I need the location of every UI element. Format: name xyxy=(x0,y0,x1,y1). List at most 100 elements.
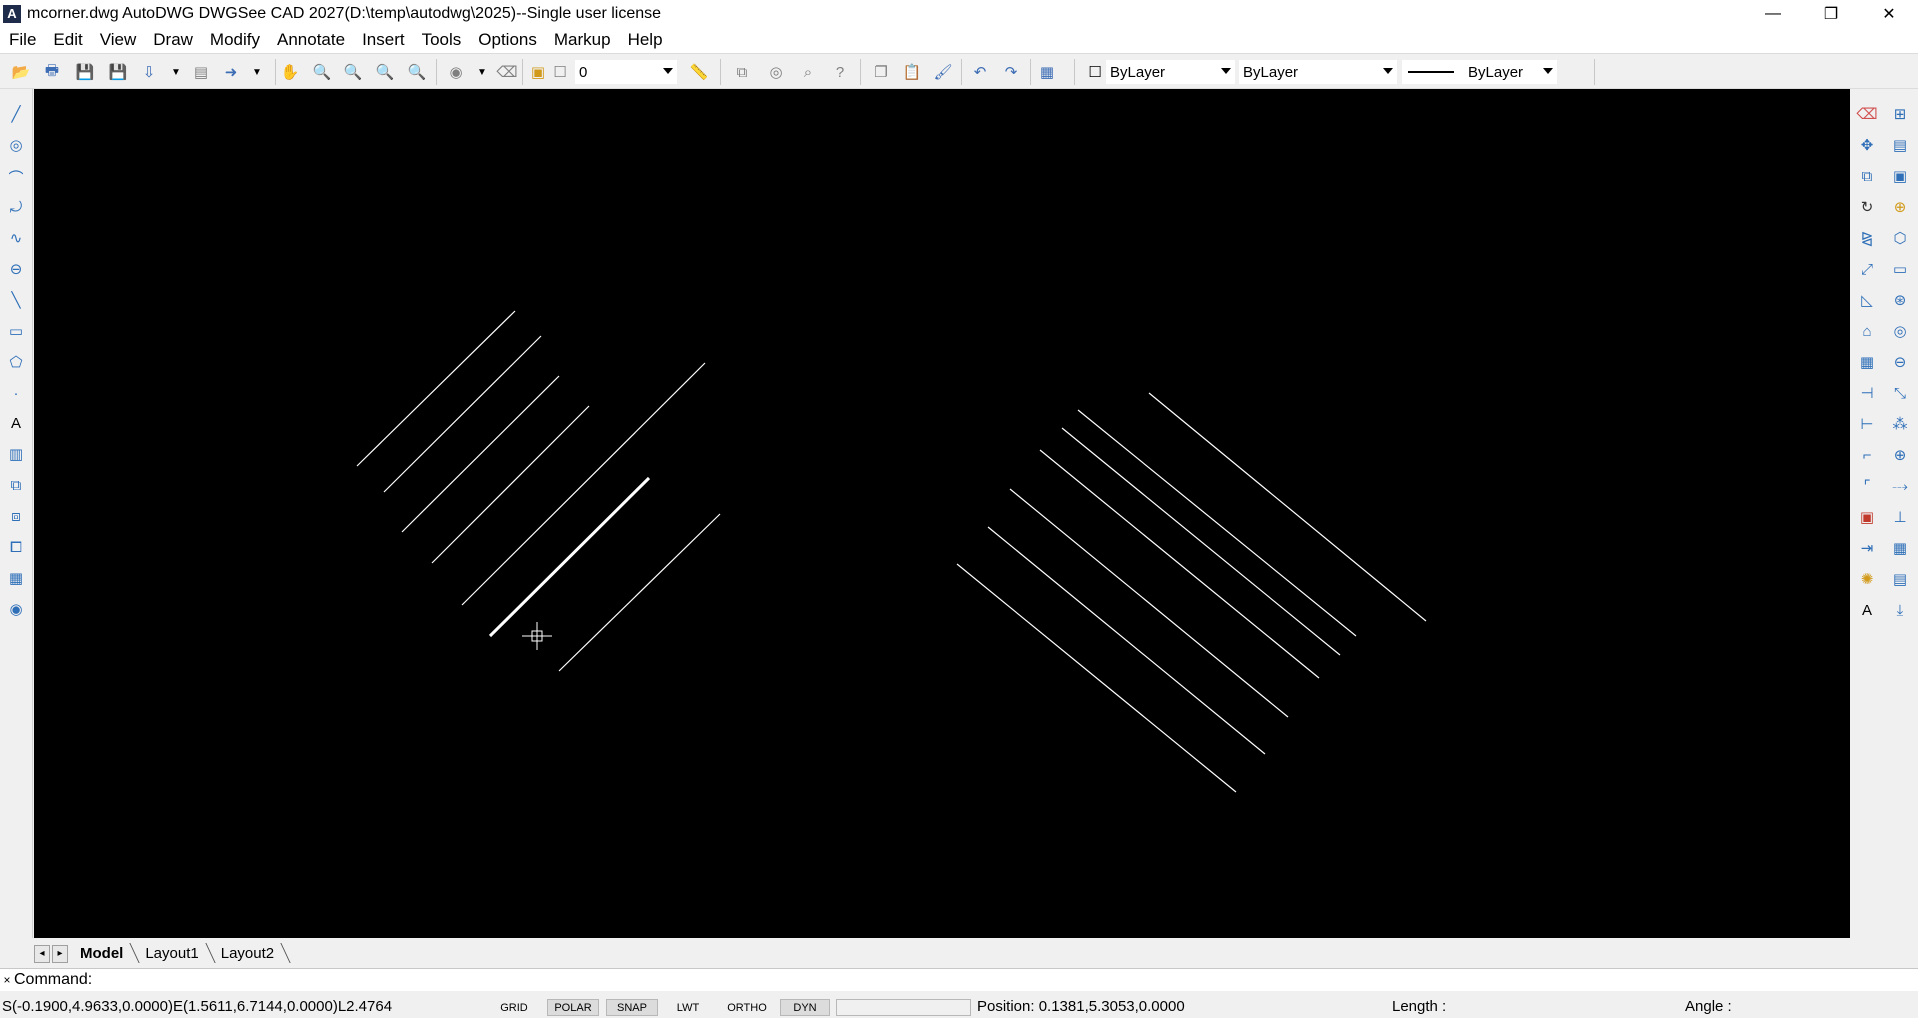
dimension-linear-icon[interactable]: ⊞ xyxy=(1889,103,1911,125)
dimension-arc-icon[interactable]: ▣ xyxy=(1889,165,1911,187)
edit-text-icon[interactable]: A xyxy=(1856,599,1878,621)
dyn-toggle[interactable]: DYN xyxy=(780,999,830,1016)
dimension-aligned-icon[interactable]: ▤ xyxy=(1889,134,1911,156)
tab-layout1[interactable]: Layout1 xyxy=(135,945,210,962)
ellipse-icon[interactable]: ⊖ xyxy=(5,258,27,280)
polar-toggle[interactable]: POLAR xyxy=(547,999,599,1016)
leader-icon[interactable]: ⤏ xyxy=(1889,475,1911,497)
restore-button[interactable]: ❐ xyxy=(1802,0,1860,27)
dimension-continue-icon[interactable]: ⁂ xyxy=(1889,413,1911,435)
menu-insert[interactable]: Insert xyxy=(353,30,413,50)
open-icon[interactable]: 📂 xyxy=(10,61,32,83)
menu-annotate[interactable]: Annotate xyxy=(268,30,353,50)
dimension-radius-icon[interactable]: ⬡ xyxy=(1889,227,1911,249)
join-icon[interactable]: ⇥ xyxy=(1856,537,1878,559)
lwt-toggle[interactable]: LWT xyxy=(665,999,711,1016)
snap-toggle[interactable]: SNAP xyxy=(606,999,658,1016)
layer-manager-icon[interactable]: ▣ xyxy=(527,61,549,83)
menu-modify[interactable]: Modify xyxy=(201,30,268,50)
redo-icon[interactable]: ↷ xyxy=(1000,61,1022,83)
3d-view-icon[interactable]: ◎ xyxy=(765,61,787,83)
drawing-canvas[interactable] xyxy=(34,89,1850,938)
export-icon[interactable]: ⇩ xyxy=(138,61,160,83)
array-icon[interactable]: ▦ xyxy=(1856,351,1878,373)
text-icon[interactable]: A xyxy=(5,412,27,434)
erase-icon[interactable]: ⌫ xyxy=(1856,103,1878,125)
zoom-realtime-icon[interactable]: 🔍 xyxy=(311,61,333,83)
ortho-toggle[interactable]: ORTHO xyxy=(718,999,776,1016)
scale-icon[interactable]: ⤢ xyxy=(1856,258,1878,280)
polyline-icon[interactable]: ╲ xyxy=(5,289,27,311)
layer-eraser-icon[interactable]: ⌫ xyxy=(496,61,518,83)
measure-icon[interactable]: 📏 xyxy=(688,61,710,83)
copy-object-icon[interactable]: ⧉ xyxy=(1856,165,1878,187)
menu-tools[interactable]: Tools xyxy=(413,30,470,50)
send-dropdown-icon[interactable]: ▼ xyxy=(251,61,263,83)
dimension-jogged-icon[interactable]: ▭ xyxy=(1889,258,1911,280)
send-icon[interactable]: ➜ xyxy=(220,61,242,83)
undo-icon[interactable]: ↶ xyxy=(969,61,991,83)
spline-icon[interactable]: ∿ xyxy=(5,227,27,249)
color-select[interactable]: ByLayer xyxy=(1106,60,1235,84)
arc-icon[interactable]: ⌒ xyxy=(5,166,27,188)
dimension-style-icon[interactable]: ▤ xyxy=(1889,568,1911,590)
quick-dimension-icon[interactable]: ⊖ xyxy=(1889,351,1911,373)
linetype-select[interactable]: ByLayer xyxy=(1239,60,1397,84)
tab-model[interactable]: Model xyxy=(70,945,135,962)
rotate-icon[interactable]: ↻ xyxy=(1856,196,1878,218)
menu-help[interactable]: Help xyxy=(619,30,671,50)
save-icon[interactable]: 💾 xyxy=(74,61,96,83)
tab-layout2[interactable]: Layout2 xyxy=(211,945,286,962)
zoom-in-icon[interactable]: 🔍 xyxy=(374,61,396,83)
close-button[interactable]: ✕ xyxy=(1860,0,1918,27)
viewport-icon[interactable]: ▦ xyxy=(1036,61,1058,83)
dimension-ordinate-icon[interactable]: ⊕ xyxy=(1889,196,1911,218)
menu-edit[interactable]: Edit xyxy=(44,30,90,50)
mirror-icon[interactable]: ⧎ xyxy=(1856,227,1878,249)
spline-loop-icon[interactable]: ⤾ xyxy=(5,196,27,218)
menu-options[interactable]: Options xyxy=(469,30,545,50)
hatch-icon[interactable]: ▥ xyxy=(5,443,27,465)
polygon-icon[interactable]: ⬠ xyxy=(5,351,27,373)
donut-icon[interactable]: ◉ xyxy=(5,598,27,620)
make-block-icon[interactable]: ⧈ xyxy=(5,505,27,527)
pan-hand-icon[interactable]: ✋ xyxy=(279,61,301,83)
line-icon[interactable]: ╱ xyxy=(5,103,27,125)
find-icon[interactable]: ⌕ xyxy=(797,61,819,83)
copy-icon[interactable]: ❐ xyxy=(870,61,892,83)
rectangle-icon[interactable]: ▭ xyxy=(5,320,27,342)
insert-block-icon[interactable]: ⧉ xyxy=(5,474,27,496)
point-icon[interactable]: · xyxy=(5,382,27,404)
tab-prev-button[interactable]: ◂ xyxy=(34,944,50,963)
extend-icon[interactable]: ⊢ xyxy=(1856,413,1878,435)
publish-icon[interactable]: ▤ xyxy=(190,61,212,83)
grid-toggle[interactable]: GRID xyxy=(490,999,538,1016)
print-icon[interactable]: 🖶 xyxy=(41,61,63,83)
menu-draw[interactable]: Draw xyxy=(144,30,201,50)
tolerance-icon[interactable]: ⊥ xyxy=(1889,506,1911,528)
trim-icon[interactable]: ⊣ xyxy=(1856,382,1878,404)
minimize-button[interactable]: — xyxy=(1744,0,1802,27)
match-properties-icon[interactable]: 🖌 xyxy=(932,61,954,83)
help-icon[interactable]: ? xyxy=(829,61,851,83)
layer-select[interactable]: 0 xyxy=(575,60,677,84)
dimension-diameter-icon[interactable]: ⊛ xyxy=(1889,289,1911,311)
explode-rect-icon[interactable]: ▣ xyxy=(1856,506,1878,528)
compare-icon[interactable]: ⧉ xyxy=(731,61,753,83)
dimension-update-icon[interactable]: ⤓ xyxy=(1889,599,1911,621)
tab-next-button[interactable]: ▸ xyxy=(52,944,68,963)
save-as-icon[interactable]: 💾 xyxy=(107,61,129,83)
stretch-icon[interactable]: ◺ xyxy=(1856,289,1878,311)
paste-icon[interactable]: 📋 xyxy=(901,61,923,83)
fillet-icon[interactable]: ⌐ xyxy=(1856,444,1878,466)
export-dropdown-icon[interactable]: ▼ xyxy=(170,61,182,83)
dimension-baseline-icon[interactable]: ⤡ xyxy=(1889,382,1911,404)
attribute-icon[interactable]: ⧠ xyxy=(5,536,27,558)
explode-icon[interactable]: ✺ xyxy=(1856,568,1878,590)
table-icon[interactable]: ▦ xyxy=(5,567,27,589)
center-mark-icon[interactable]: ⊕ xyxy=(1889,444,1911,466)
menu-markup[interactable]: Markup xyxy=(545,30,619,50)
menu-view[interactable]: View xyxy=(91,30,145,50)
chamfer-icon[interactable]: ⌜ xyxy=(1856,475,1878,497)
zoom-extents-icon[interactable]: 🔍 xyxy=(406,61,428,83)
